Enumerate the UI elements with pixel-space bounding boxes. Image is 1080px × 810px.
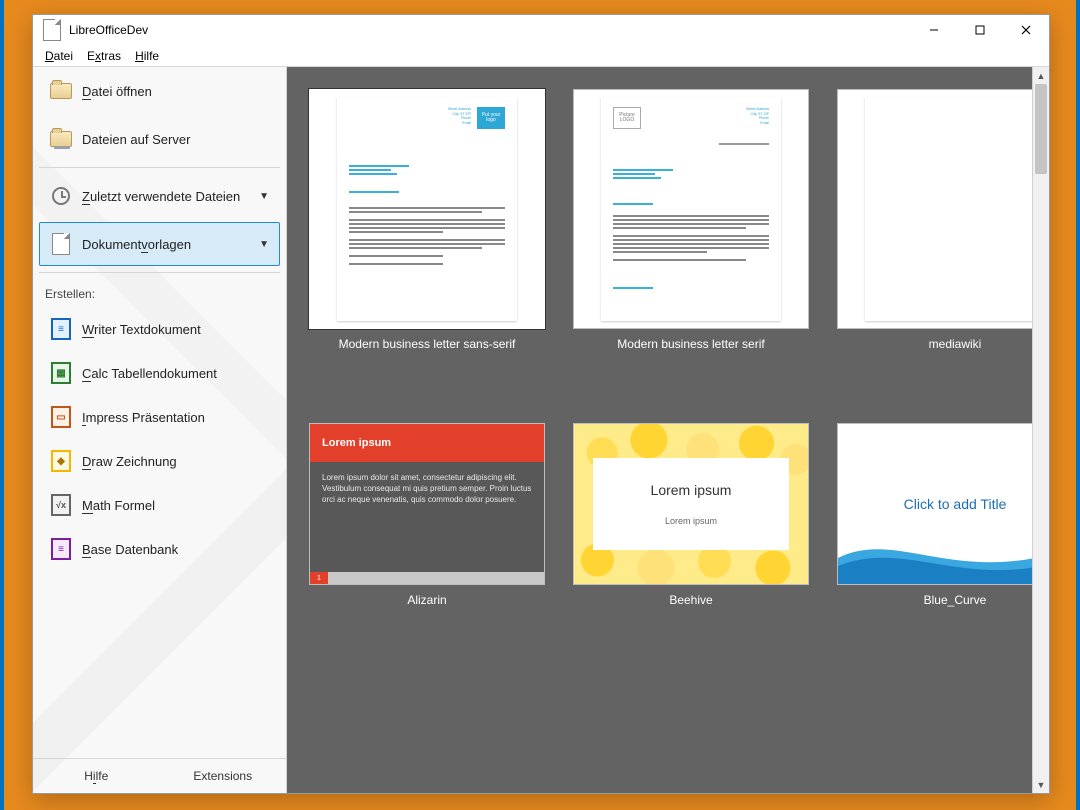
draw-icon: ◆	[50, 450, 72, 472]
template-thumbnail: Click to add Title	[837, 423, 1049, 585]
minimize-icon	[929, 25, 939, 35]
template-thumbnail: Picture LOGO Street AddressCity, ST ZIPP…	[573, 89, 809, 329]
menu-extras[interactable]: Extras	[81, 47, 127, 65]
template-label: Alizarin	[407, 593, 446, 621]
template-thumbnail: Lorem ipsum Lorem ipsum	[573, 423, 809, 585]
writer-label: Writer Textdokument	[82, 322, 201, 337]
base-icon: ≡	[50, 538, 72, 560]
folder-open-icon	[50, 80, 72, 102]
template-card[interactable]: Put your logo Street AddressCity, ST ZIP…	[309, 89, 545, 365]
slide-title: Click to add Title	[904, 496, 1007, 512]
separator	[39, 272, 280, 273]
remote-files-button[interactable]: Dateien auf Server	[39, 117, 280, 161]
create-heading: Erstellen:	[33, 277, 286, 307]
template-thumbnail	[837, 89, 1049, 329]
clock-icon	[50, 185, 72, 207]
scroll-up-icon[interactable]: ▲	[1033, 67, 1049, 84]
create-math-button[interactable]: √x Math Formel	[39, 485, 280, 525]
template-thumbnail: Put your logo Street AddressCity, ST ZIP…	[309, 89, 545, 329]
vertical-scrollbar[interactable]: ▲ ▼	[1032, 67, 1049, 793]
window-title: LibreOfficeDev	[69, 23, 148, 37]
sidebar-footer: Hilfe Extensions	[33, 758, 286, 793]
slide-subtitle: Lorem ipsum	[665, 516, 717, 526]
draw-label: Draw Zeichnung	[82, 454, 177, 469]
templates-label: Dokumentvorlagen	[82, 237, 191, 252]
base-label: Base Datenbank	[82, 542, 178, 557]
scroll-down-icon[interactable]: ▼	[1033, 776, 1049, 793]
menu-help[interactable]: Hilfe	[129, 47, 165, 65]
titlebar[interactable]: LibreOfficeDev	[33, 15, 1049, 45]
template-card[interactable]: Picture LOGO Street AddressCity, ST ZIPP…	[573, 89, 809, 365]
remote-files-label: Dateien auf Server	[82, 132, 190, 147]
scroll-thumb[interactable]	[1035, 84, 1047, 174]
maximize-icon	[975, 25, 985, 35]
recent-files-button[interactable]: Zuletzt verwendete Dateien ▼	[39, 174, 280, 218]
recent-files-label: Zuletzt verwendete Dateien	[82, 189, 240, 204]
app-window: LibreOfficeDev Datei Extras Hilfe Datei …	[32, 14, 1050, 794]
folder-server-icon	[50, 128, 72, 150]
template-card[interactable]: mediawiki	[837, 89, 1049, 365]
writer-icon: ≡	[50, 318, 72, 340]
close-icon	[1021, 25, 1031, 35]
slide-body: Lorem ipsum dolor sit amet, consectetur …	[310, 462, 544, 572]
create-calc-button[interactable]: ▦ Calc Tabellendokument	[39, 353, 280, 393]
template-label: Modern business letter serif	[617, 337, 764, 365]
template-card[interactable]: Click to add Title Blue_Curve	[837, 423, 1049, 621]
footer-extensions-button[interactable]: Extensions	[160, 759, 287, 793]
slide-title: Lorem ipsum	[310, 424, 544, 462]
menu-file[interactable]: Datei	[39, 47, 79, 65]
template-thumbnail: Lorem ipsum Lorem ipsum dolor sit amet, …	[309, 423, 545, 585]
template-label: Blue_Curve	[924, 593, 987, 621]
wave-decoration	[838, 538, 1049, 584]
minimize-button[interactable]	[911, 15, 957, 45]
create-base-button[interactable]: ≡ Base Datenbank	[39, 529, 280, 569]
logo-placeholder: Put your logo	[477, 107, 505, 129]
calc-icon: ▦	[50, 362, 72, 384]
math-icon: √x	[50, 494, 72, 516]
close-button[interactable]	[1003, 15, 1049, 45]
impress-icon: ▭	[50, 406, 72, 428]
separator	[39, 167, 280, 168]
template-label: Modern business letter sans-serif	[339, 337, 516, 365]
app-icon	[41, 19, 63, 41]
impress-label: Impress Präsentation	[82, 410, 205, 425]
window-controls	[911, 15, 1049, 45]
titlebar-left: LibreOfficeDev	[41, 19, 148, 41]
create-impress-button[interactable]: ▭ Impress Präsentation	[39, 397, 280, 437]
templates-button[interactable]: Dokumentvorlagen ▼	[39, 222, 280, 266]
math-label: Math Formel	[82, 498, 155, 513]
create-draw-button[interactable]: ◆ Draw Zeichnung	[39, 441, 280, 481]
page-icon	[50, 233, 72, 255]
open-file-button[interactable]: Datei öffnen	[39, 69, 280, 113]
template-card[interactable]: Lorem ipsum Lorem ipsum dolor sit amet, …	[309, 423, 545, 621]
chevron-down-icon: ▼	[259, 191, 269, 202]
create-writer-button[interactable]: ≡ Writer Textdokument	[39, 309, 280, 349]
slide-number: 1	[310, 572, 328, 584]
chevron-down-icon: ▼	[259, 239, 269, 250]
menubar: Datei Extras Hilfe	[33, 45, 1049, 67]
template-gallery: Put your logo Street AddressCity, ST ZIP…	[287, 67, 1049, 793]
calc-label: Calc Tabellendokument	[82, 366, 217, 381]
sidebar: Datei öffnen Dateien auf Server Zuletzt …	[33, 67, 287, 793]
template-label: mediawiki	[929, 337, 982, 365]
logo-placeholder: Picture LOGO	[613, 107, 641, 129]
template-label: Beehive	[669, 593, 712, 621]
footer-help-button[interactable]: Hilfe	[33, 759, 160, 793]
template-card[interactable]: Lorem ipsum Lorem ipsum Beehive	[573, 423, 809, 621]
slide-title: Lorem ipsum	[651, 482, 732, 498]
open-file-label: Datei öffnen	[82, 84, 152, 99]
maximize-button[interactable]	[957, 15, 1003, 45]
